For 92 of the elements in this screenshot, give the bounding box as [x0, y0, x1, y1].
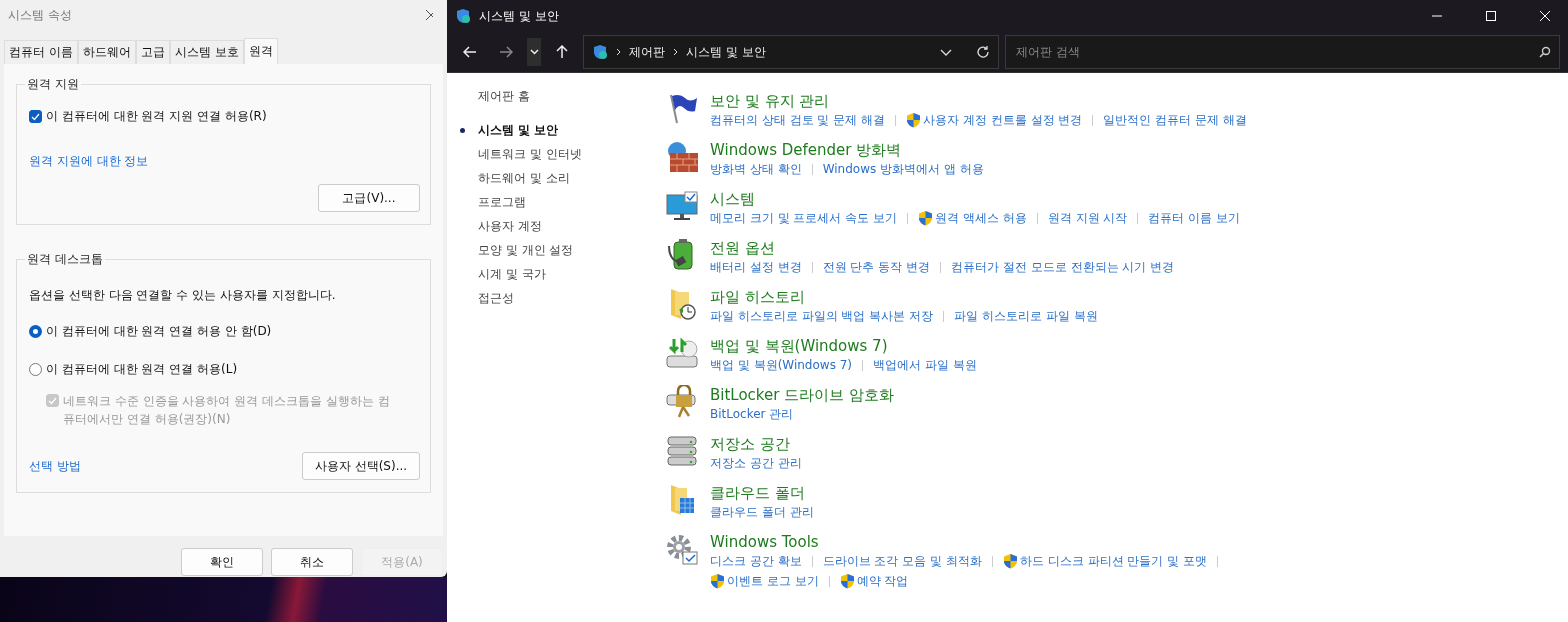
caret-icon	[529, 49, 539, 55]
category-title[interactable]: 전원 옵션	[710, 238, 775, 258]
left-arrow-icon	[463, 46, 477, 58]
category-title[interactable]: 저장소 공간	[710, 434, 790, 454]
history-dropdown-button[interactable]	[527, 38, 541, 66]
firewall-icon	[665, 140, 699, 174]
radio-button[interactable]	[29, 362, 42, 376]
group-legend: 원격 데스크톱	[25, 251, 105, 268]
description-text: 옵션을 선택한 다음 연결할 수 있는 사용자를 지정합니다.	[29, 287, 336, 304]
sidebar-item[interactable]: 시스템 및 보안	[457, 121, 665, 139]
task-link[interactable]: 메모리 크기 및 프로세서 속도 보기	[710, 209, 898, 227]
info-link[interactable]: 원격 지원에 대한 정보	[29, 153, 149, 170]
task-link[interactable]: Windows 방화벽에서 앱 허용	[822, 160, 984, 178]
sidebar-item[interactable]: 모양 및 개인 설정	[457, 241, 665, 259]
dialog-button[interactable]: 확인	[181, 548, 263, 576]
radio-label: 이 컴퓨터에 대한 원격 연결 허용 안 함(D)	[46, 323, 272, 340]
task-link[interactable]: 컴퓨터의 상태 검토 및 문제 해결	[710, 111, 886, 129]
task-link[interactable]: 예약 작업	[839, 572, 909, 590]
sidebar-item[interactable]: 프로그램	[457, 193, 665, 211]
category-title[interactable]: Windows Tools	[710, 532, 819, 552]
gear-checkbox-icon	[665, 532, 699, 566]
category-title[interactable]: Windows Defender 방화벽	[710, 140, 902, 160]
monitor-icon	[665, 189, 699, 223]
task-link[interactable]: 파일 히스토리로 파일의 백업 복사본 저장	[710, 307, 934, 325]
breadcrumb-item[interactable]: 시스템 및 보안	[686, 43, 766, 61]
checkbox[interactable]	[29, 109, 42, 123]
category-title[interactable]: 백업 및 복원(Windows 7)	[710, 336, 888, 356]
sidebar-item[interactable]: 사용자 계정	[457, 217, 665, 235]
task-link[interactable]: 컴퓨터가 절전 모드로 전환되는 시기 변경	[951, 258, 1175, 276]
advanced-button[interactable]: 고급(V)...	[318, 184, 420, 212]
drive-stack-icon	[665, 434, 699, 468]
category-title[interactable]: 시스템	[710, 189, 755, 209]
search-field[interactable]: 제어판 검색	[1014, 44, 1539, 60]
sidebar-item[interactable]: 시계 및 국가	[457, 265, 665, 283]
task-link[interactable]: BitLocker 관리	[710, 405, 794, 423]
task-link[interactable]: 백업에서 파일 복원	[873, 356, 977, 374]
radio-button[interactable]	[29, 324, 42, 338]
dialog-button[interactable]: 취소	[271, 548, 353, 576]
task-link[interactable]: 드라이브 조각 모음 및 최적화	[822, 552, 982, 570]
close-icon	[1540, 11, 1550, 21]
close-icon	[425, 9, 433, 21]
category-title[interactable]: 보안 및 유지 관리	[710, 91, 830, 111]
checkbox-label: 이 컴퓨터에 대한 원격 지원 연결 허용(R)	[46, 108, 267, 125]
task-link[interactable]: 백업 및 복원(Windows 7)	[710, 356, 852, 374]
dialog-tab[interactable]: 컴퓨터 이름	[4, 40, 78, 64]
task-link[interactable]: 방화벽 상태 확인	[710, 160, 802, 178]
drive-lock-icon	[665, 385, 699, 419]
sidebar-item[interactable]: 접근성	[457, 289, 665, 307]
maximize-icon	[1486, 11, 1496, 21]
task-link[interactable]: 클라우드 폴더 관리	[710, 503, 814, 521]
window-title: 시스템 및 보안	[479, 7, 560, 25]
address-bar[interactable]: 제어판 시스템 및 보안	[583, 35, 999, 69]
category-title[interactable]: BitLocker 드라이브 암호화	[710, 385, 894, 405]
category-title[interactable]: 클라우드 폴더	[710, 483, 805, 503]
task-link[interactable]: 컴퓨터 이름 보기	[1148, 209, 1240, 227]
group-legend: 원격 지원	[25, 76, 81, 93]
task-link[interactable]: 원격 지원 시작	[1047, 209, 1128, 227]
task-link[interactable]: 전원 단추 동작 변경	[822, 258, 931, 276]
right-arrow-icon	[499, 46, 513, 58]
chevron-icon	[673, 48, 678, 56]
dialog-title: 시스템 속성	[8, 6, 72, 24]
sidebar-item[interactable]: 네트워크 및 인터넷	[457, 145, 665, 163]
shield-icon	[455, 8, 471, 24]
dropdown-icon[interactable]	[940, 48, 952, 56]
task-link[interactable]: 저장소 공간 관리	[710, 454, 802, 472]
checkbox-label: 네트워크 수준 인증을 사용하여 원격 데스크톱을 실행하는 컴퓨터에서만 연결 허용(권장)(N)	[63, 393, 391, 428]
shield-icon	[592, 44, 608, 60]
task-link[interactable]: 파일 히스토리로 파일 복원	[954, 307, 1098, 325]
task-link[interactable]: 원격 액세스 허용	[918, 209, 1027, 227]
task-link[interactable]: 이벤트 로그 보기	[710, 572, 819, 590]
sidebar-item[interactable]: 제어판 홈	[457, 87, 665, 105]
dialog-tab[interactable]: 고급	[135, 40, 170, 64]
help-link[interactable]: 선택 방법	[29, 457, 81, 475]
task-link[interactable]: 디스크 공간 확보	[710, 552, 802, 570]
chevron-icon	[616, 48, 621, 56]
dialog-tab[interactable]: 시스템 보호	[169, 40, 244, 64]
breadcrumb-item[interactable]: 제어판	[629, 43, 665, 61]
dialog-tab[interactable]: 하드웨어	[77, 40, 136, 64]
task-link[interactable]: 일반적인 컴퓨터 문제 해결	[1103, 111, 1247, 129]
search-box[interactable]: 제어판 검색	[1005, 35, 1560, 69]
category-title[interactable]: 파일 히스토리	[710, 287, 805, 307]
task-link[interactable]: 하드 디스크 파티션 만들기 및 포맷	[1002, 552, 1207, 570]
refresh-icon[interactable]	[976, 45, 990, 59]
sidebar-item[interactable]: 하드웨어 및 소리	[457, 169, 665, 187]
task-link[interactable]: 배터리 설정 변경	[710, 258, 802, 276]
radio-label: 이 컴퓨터에 대한 원격 연결 허용(L)	[46, 361, 238, 378]
up-arrow-icon	[556, 45, 568, 59]
backup-drive-icon	[665, 336, 699, 370]
dialog-tab[interactable]: 원격	[243, 38, 278, 64]
select-users-button[interactable]: 사용자 선택(S)...	[302, 452, 420, 480]
search-icon	[1539, 46, 1551, 58]
task-link[interactable]: 사용자 계정 컨트롤 설정 변경	[906, 111, 1083, 129]
